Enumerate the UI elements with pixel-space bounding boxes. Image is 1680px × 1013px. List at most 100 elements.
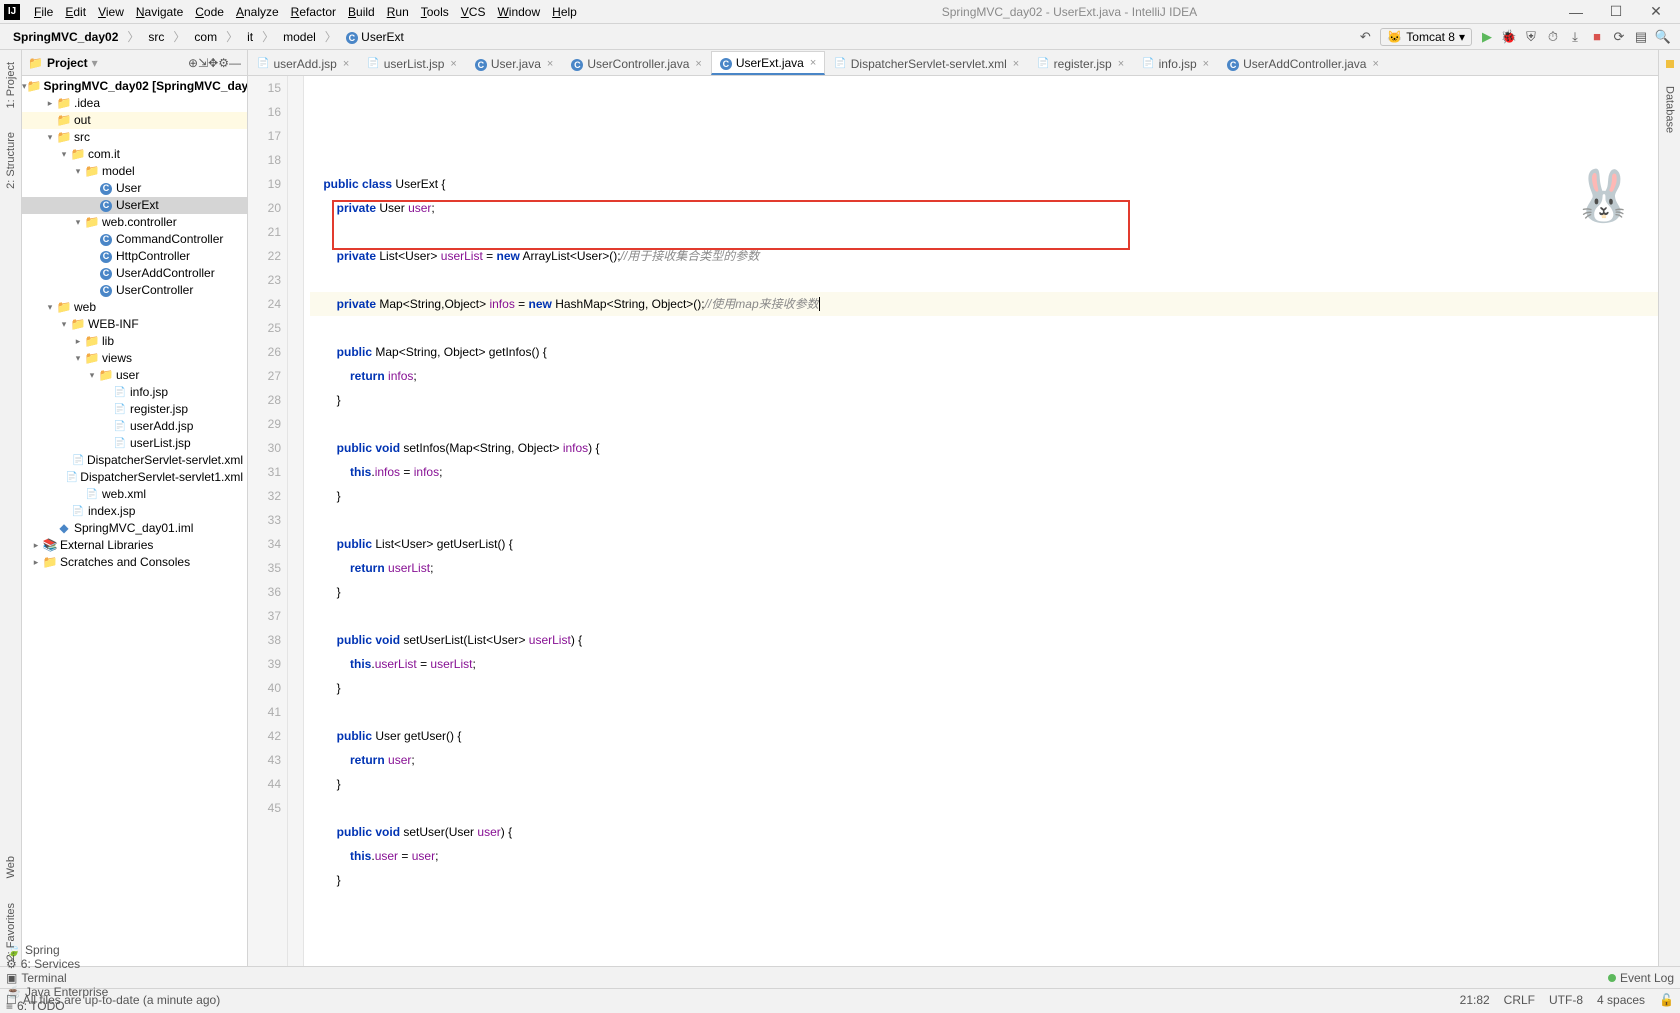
tree-node[interactable]: ▾📁web	[22, 299, 247, 316]
project-tool-tab[interactable]: 1: Project	[5, 56, 17, 114]
tree-node[interactable]: ▸📚External Libraries	[22, 537, 247, 554]
bottom-tab[interactable]: 🍃Spring	[6, 943, 108, 957]
minimize-button[interactable]: —	[1556, 4, 1596, 20]
breadcrumb-item[interactable]: it	[240, 28, 260, 46]
favorites-tool-tab[interactable]: 2: Favorites	[5, 897, 17, 966]
close-tab-icon[interactable]: ×	[695, 58, 701, 70]
editor-tab[interactable]: CUser.java×	[466, 51, 562, 75]
bottom-tab[interactable]: ▣Terminal	[6, 971, 108, 985]
menu-refactor[interactable]: Refactor	[285, 5, 342, 19]
tree-node[interactable]: ◆SpringMVC_day01.iml	[22, 520, 247, 537]
tree-node[interactable]: ▾📁WEB-INF	[22, 316, 247, 333]
menu-run[interactable]: Run	[381, 5, 415, 19]
menu-code[interactable]: Code	[189, 5, 230, 19]
tree-node[interactable]: 📄userList.jsp	[22, 435, 247, 452]
search-everywhere-icon[interactable]: 🔍	[1653, 27, 1673, 47]
run-icon[interactable]: ▶	[1477, 27, 1497, 47]
tree-node[interactable]: CCommandController	[22, 231, 247, 248]
tree-node[interactable]: CUser	[22, 180, 247, 197]
tree-node[interactable]: ▸📁.idea	[22, 95, 247, 112]
menu-tools[interactable]: Tools	[415, 5, 455, 19]
structure-icon[interactable]: ▤	[1631, 27, 1651, 47]
debug-icon[interactable]: 🐞	[1499, 27, 1519, 47]
editor-tab[interactable]: CUserAddController.java×	[1218, 51, 1388, 75]
bottom-tab[interactable]: ⚙6: Services	[6, 957, 108, 971]
close-tab-icon[interactable]: ×	[1203, 58, 1209, 70]
breadcrumb-item[interactable]: com	[187, 28, 224, 46]
editor-tab[interactable]: 📄userAdd.jsp×	[248, 51, 358, 75]
code-editor[interactable]: public class UserExt { private User user…	[304, 76, 1658, 966]
tree-node[interactable]: 📄info.jsp	[22, 384, 247, 401]
breadcrumb-item[interactable]: model	[276, 28, 323, 46]
editor-tab[interactable]: 📄info.jsp×	[1133, 51, 1218, 75]
editor-tab[interactable]: 📄register.jsp×	[1028, 51, 1133, 75]
web-tool-tab[interactable]: Web	[5, 850, 17, 884]
breadcrumb-item[interactable]: C UserExt	[339, 28, 411, 46]
project-tree[interactable]: ▾📁SpringMVC_day02 [SpringMVC_day01]▸📁.id…	[22, 76, 247, 966]
tree-node[interactable]: 📁out	[22, 112, 247, 129]
collapse-all-icon[interactable]: ✥	[208, 56, 218, 70]
back-icon[interactable]: ↶	[1355, 27, 1375, 47]
event-log-tab[interactable]: Event Log	[1608, 971, 1674, 985]
menu-vcs[interactable]: VCS	[455, 5, 492, 19]
editor-tab[interactable]: CUserExt.java×	[711, 51, 825, 75]
menu-file[interactable]: File	[28, 5, 59, 19]
editor-tab[interactable]: 📄DispatcherServlet-servlet.xml×	[825, 51, 1028, 75]
tree-node[interactable]: ▾📁SpringMVC_day02 [SpringMVC_day01]	[22, 78, 247, 95]
select-opened-icon[interactable]: ⊕	[188, 56, 198, 70]
tree-node[interactable]: CUserController	[22, 282, 247, 299]
tree-node[interactable]: CUserExt	[22, 197, 247, 214]
structure-tool-tab[interactable]: 2: Structure	[5, 126, 17, 195]
close-tab-icon[interactable]: ×	[1372, 58, 1378, 70]
coverage-icon[interactable]: ⛨	[1521, 27, 1541, 47]
tree-node[interactable]: ▾📁com.it	[22, 146, 247, 163]
tree-node[interactable]: ▾📁web.controller	[22, 214, 247, 231]
stop-icon[interactable]: ■	[1587, 27, 1607, 47]
indent-info[interactable]: 4 spaces	[1597, 993, 1645, 1007]
tree-node[interactable]: ▾📁views	[22, 350, 247, 367]
editor-tab[interactable]: 📄userList.jsp×	[358, 51, 466, 75]
tree-node[interactable]: CUserAddController	[22, 265, 247, 282]
tree-node[interactable]: 📄DispatcherServlet-servlet.xml	[22, 452, 247, 469]
database-tool-tab[interactable]: Database	[1664, 80, 1676, 139]
tree-node[interactable]: 📄register.jsp	[22, 401, 247, 418]
menu-help[interactable]: Help	[546, 5, 583, 19]
tree-node[interactable]: ▾📁user	[22, 367, 247, 384]
hide-icon[interactable]: —	[229, 56, 241, 70]
tree-node[interactable]: CHttpController	[22, 248, 247, 265]
expand-all-icon[interactable]: ⇲	[198, 56, 208, 70]
close-tab-icon[interactable]: ×	[810, 57, 816, 69]
tree-node[interactable]: ▾📁model	[22, 163, 247, 180]
breadcrumb[interactable]: SpringMVC_day02〉src〉com〉it〉model〉C UserE…	[6, 28, 411, 46]
close-tab-icon[interactable]: ×	[547, 58, 553, 70]
maximize-button[interactable]: ☐	[1596, 3, 1636, 20]
run-config-selector[interactable]: 🐱 Tomcat 8 ▾	[1380, 28, 1472, 46]
menu-navigate[interactable]: Navigate	[130, 5, 189, 19]
close-button[interactable]: ✕	[1636, 3, 1676, 20]
tree-node[interactable]: 📄DispatcherServlet-servlet1.xml	[22, 469, 247, 486]
tree-node[interactable]: ▸📁lib	[22, 333, 247, 350]
caret-position[interactable]: 21:82	[1460, 993, 1490, 1007]
menu-build[interactable]: Build	[342, 5, 381, 19]
breadcrumb-item[interactable]: SpringMVC_day02	[6, 28, 125, 46]
menu-view[interactable]: View	[92, 5, 130, 19]
close-tab-icon[interactable]: ×	[1013, 58, 1019, 70]
status-sync-icon[interactable]: ☐	[6, 993, 17, 1007]
close-tab-icon[interactable]: ×	[1118, 58, 1124, 70]
close-tab-icon[interactable]: ×	[450, 58, 456, 70]
tree-node[interactable]: 📄index.jsp	[22, 503, 247, 520]
menu-window[interactable]: Window	[491, 5, 546, 19]
tree-node[interactable]: ▾📁src	[22, 129, 247, 146]
tree-node[interactable]: ▸📁Scratches and Consoles	[22, 554, 247, 571]
editor-tab[interactable]: CUserController.java×	[562, 51, 710, 75]
tree-node[interactable]: 📄userAdd.jsp	[22, 418, 247, 435]
close-tab-icon[interactable]: ×	[343, 58, 349, 70]
menu-analyze[interactable]: Analyze	[230, 5, 285, 19]
file-encoding[interactable]: UTF-8	[1549, 993, 1583, 1007]
settings-icon[interactable]: ⚙	[218, 56, 229, 70]
readonly-icon[interactable]: 🔓	[1659, 993, 1674, 1007]
update-icon[interactable]: ⟳	[1609, 27, 1629, 47]
line-separator[interactable]: CRLF	[1504, 993, 1535, 1007]
profile-icon[interactable]: ⏱	[1543, 27, 1563, 47]
attach-icon[interactable]: ⤓	[1565, 27, 1585, 47]
